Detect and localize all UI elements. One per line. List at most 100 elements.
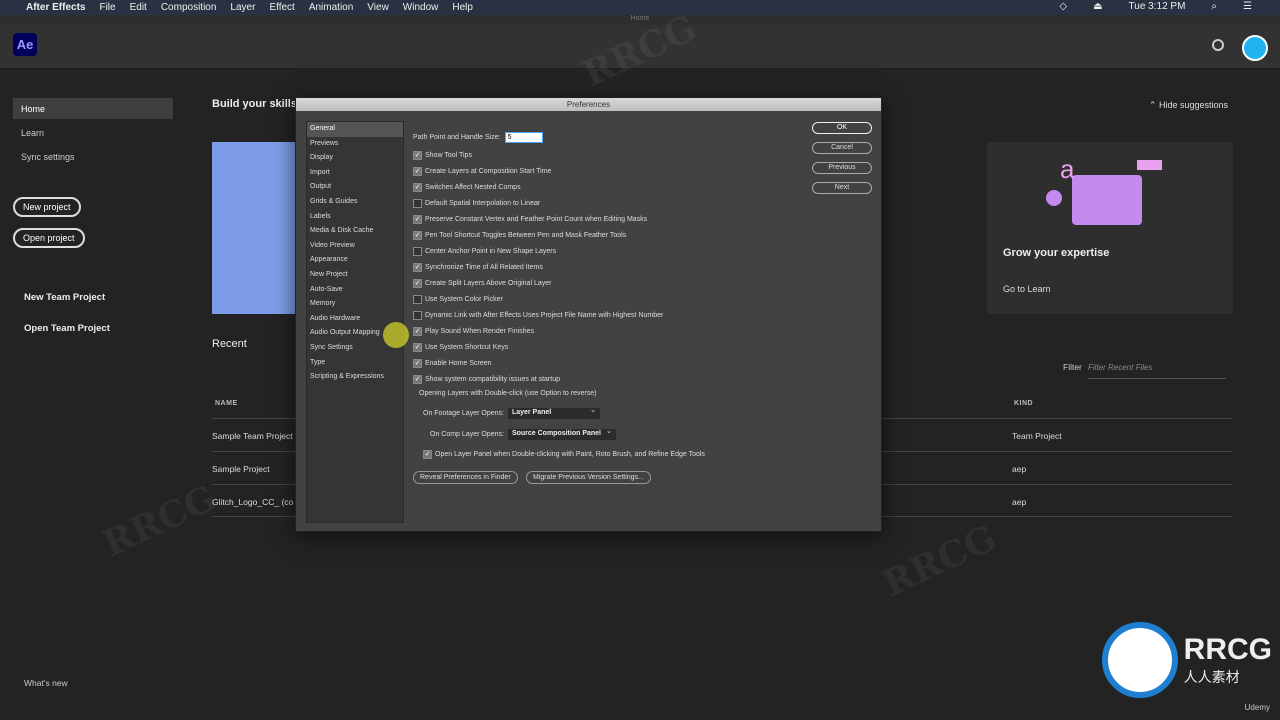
option-row[interactable]: Center Anchor Point in New Shape Layers [413, 243, 793, 259]
checkbox[interactable]: ✓ [413, 214, 422, 224]
column-name[interactable]: NAME [215, 400, 238, 407]
checkbox[interactable] [413, 310, 422, 320]
open-project-button[interactable]: Open project [13, 228, 85, 248]
checkbox[interactable]: ✓ [413, 278, 422, 288]
menu-composition[interactable]: Composition [161, 2, 217, 13]
checkbox[interactable]: ✓ [413, 374, 422, 384]
wifi-icon[interactable]: ◇ [1059, 1, 1067, 12]
menu-view[interactable]: View [367, 2, 389, 13]
chevron-up-icon: ⌃ [1148, 100, 1159, 110]
column-kind[interactable]: KIND [1014, 400, 1033, 407]
category-item[interactable]: Video Preview [307, 239, 403, 254]
whats-new-link[interactable]: What's new [24, 678, 68, 688]
menu-layer[interactable]: Layer [230, 2, 255, 13]
footage-select[interactable]: Layer Panel [507, 406, 600, 419]
option-row[interactable]: ✓ Create Split Layers Above Original Laye… [413, 275, 793, 291]
checkbox[interactable]: ✓ [413, 326, 422, 336]
checkbox[interactable] [413, 246, 422, 256]
tutorial-card[interactable] [212, 142, 297, 314]
open-team-project-link[interactable]: Open Team Project [24, 323, 110, 334]
avatar[interactable] [1242, 35, 1268, 61]
menu-app[interactable]: After Effects [26, 2, 85, 13]
option-label: Pen Tool Shortcut Toggles Between Pen an… [425, 231, 627, 239]
category-item[interactable]: Labels [307, 210, 403, 225]
comp-select[interactable]: Source Composition Panel [507, 427, 616, 440]
sidebar-item-learn[interactable]: Learn [13, 122, 173, 143]
checkbox[interactable]: ✓ [413, 182, 422, 192]
option-label: Play Sound When Render Finishes [425, 327, 534, 335]
option-row[interactable]: ✓ Show Tool Tips [413, 147, 793, 163]
checkbox[interactable] [413, 294, 422, 304]
category-item[interactable]: Appearance [307, 253, 403, 268]
option-row[interactable]: Dynamic Link with After Effects Uses Pro… [413, 307, 793, 323]
category-item[interactable]: Grids & Guides [307, 195, 403, 210]
new-project-button[interactable]: New project [13, 197, 81, 217]
checkbox[interactable] [413, 198, 422, 208]
ok-button[interactable]: OK [812, 122, 872, 134]
category-item[interactable]: Import [307, 166, 403, 181]
menu-effect[interactable]: Effect [269, 2, 294, 13]
option-row[interactable]: Use System Color Picker [413, 291, 793, 307]
general-options: Path Point and Handle Size: ✓Show Tool T… [413, 130, 793, 462]
menu-animation[interactable]: Animation [309, 2, 353, 13]
menu-window[interactable]: Window [403, 2, 439, 13]
new-team-project-link[interactable]: New Team Project [24, 292, 105, 303]
cancel-button[interactable]: Cancel [812, 142, 872, 154]
svg-text:a: a [1060, 154, 1075, 184]
illustration-icon: a [1046, 154, 1162, 225]
go-to-learn-link[interactable]: Go to Learn [1003, 284, 1051, 294]
reveal-in-finder-button[interactable]: Reveal Preferences in Finder [413, 471, 518, 484]
option-row[interactable]: Default Spatial Interpolation to Linear [413, 195, 793, 211]
dialog-title: Preferences [296, 98, 881, 111]
checkbox[interactable]: ✓ [423, 449, 432, 459]
search-icon[interactable] [1212, 39, 1224, 51]
category-item[interactable]: Output [307, 180, 403, 195]
category-item[interactable]: Previews [307, 137, 403, 152]
footage-label: On Footage Layer Opens: [423, 409, 504, 417]
clock[interactable]: Tue 3:12 PM [1129, 1, 1186, 12]
category-item[interactable]: General [307, 122, 403, 137]
option-row[interactable]: ✓ Preserve Constant Vertex and Feather Po… [413, 211, 793, 227]
category-list: General Previews Display Import Output Grids … [306, 121, 404, 523]
next-button[interactable]: Next [812, 182, 872, 194]
sidebar-item-home[interactable]: Home [13, 98, 173, 119]
option-row[interactable]: ✓ Use System Shortcut Keys [413, 339, 793, 355]
learn-card[interactable]: a Grow your expertise Go to Learn [987, 142, 1233, 314]
menu-edit[interactable]: Edit [130, 2, 147, 13]
path-size-input[interactable] [504, 131, 543, 143]
checkbox[interactable]: ✓ [413, 358, 422, 368]
filter-input[interactable]: Filter Recent Files [1088, 360, 1226, 379]
option-row[interactable]: ✓ Enable Home Screen [413, 355, 793, 371]
row-name: Sample Project [212, 464, 270, 474]
previous-button[interactable]: Previous [812, 162, 872, 174]
menu-bar: After Effects File Edit Composition Laye… [0, 0, 1280, 15]
option-row[interactable]: ✓ Synchronize Time of All Related Items [413, 259, 793, 275]
option-row[interactable]: ✓ Pen Tool Shortcut Toggles Between Pen a… [413, 227, 793, 243]
category-item[interactable]: Auto-Save [307, 283, 403, 298]
spotlight-icon[interactable]: ⌕ [1211, 1, 1217, 12]
option-row[interactable]: ✓ Play Sound When Render Finishes [413, 323, 793, 339]
option-label: Enable Home Screen [425, 359, 492, 367]
checkbox[interactable]: ✓ [413, 150, 422, 160]
menu-help[interactable]: Help [452, 2, 473, 13]
sidebar-item-sync[interactable]: Sync settings [13, 146, 173, 167]
window-title: Home [0, 15, 1280, 25]
category-item[interactable]: Type [307, 356, 403, 371]
notification-icon[interactable]: ☰ [1243, 1, 1252, 12]
category-item[interactable]: Media & Disk Cache [307, 224, 403, 239]
eject-icon[interactable]: ⏏ [1093, 1, 1102, 12]
category-item[interactable]: New Project [307, 268, 403, 283]
checkbox[interactable]: ✓ [413, 342, 422, 352]
checkbox[interactable]: ✓ [413, 262, 422, 272]
option-row[interactable]: ✓ Create Layers at Composition Start Time [413, 163, 793, 179]
category-item[interactable]: Scripting & Expressions [307, 370, 403, 385]
migrate-settings-button[interactable]: Migrate Previous Version Settings... [526, 471, 651, 484]
option-row[interactable]: ✓ Switches Affect Nested Comps [413, 179, 793, 195]
category-item[interactable]: Display [307, 151, 403, 166]
hide-suggestions-button[interactable]: ⌃ Hide suggestions [1149, 100, 1228, 111]
category-item[interactable]: Memory [307, 297, 403, 312]
option-row[interactable]: ✓ Show system compatibility issues at sta… [413, 371, 793, 387]
checkbox[interactable]: ✓ [413, 166, 422, 176]
checkbox[interactable]: ✓ [413, 230, 422, 240]
menu-file[interactable]: File [99, 2, 115, 13]
